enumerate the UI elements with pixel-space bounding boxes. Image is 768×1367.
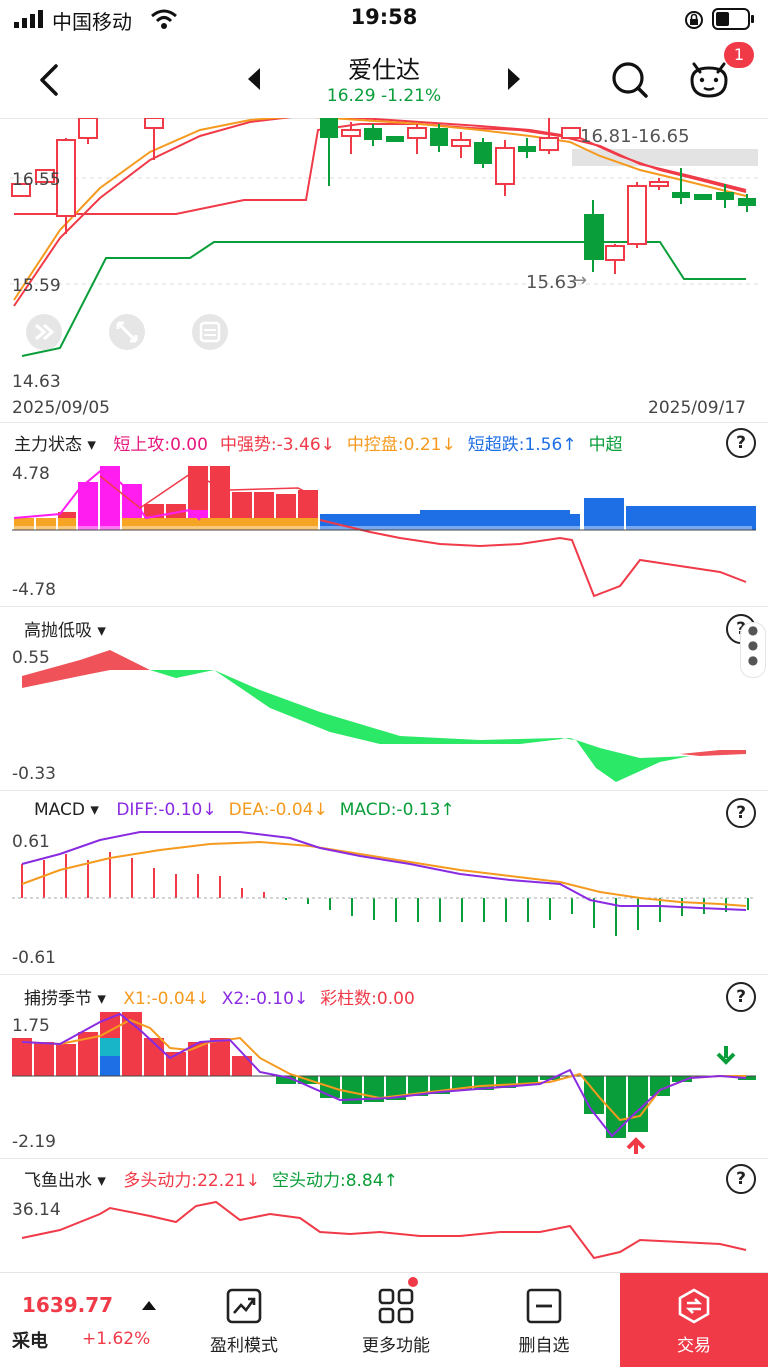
low-price-annotation: 15.63 [526,272,578,293]
price-label-mid: 15.59 [12,276,61,296]
search-icon[interactable] [610,60,650,100]
index-value[interactable]: 1639.77 [22,1293,113,1317]
flying-fish-chart [21,1200,747,1260]
tab-label: 更多功能 [362,1336,430,1356]
chart-tool-icons [26,314,228,350]
main-force-chart [12,466,756,598]
stock-price: 16.29 [326,86,376,106]
kline-chart[interactable] [0,118,768,392]
index-change: +1.62% [82,1329,151,1349]
indicator-value: DIFF:-0.10↓ [116,800,217,820]
caret-up-icon[interactable] [140,1299,158,1311]
help-icon[interactable]: ? [726,1164,756,1194]
indicator-selector-high-low[interactable]: 高抛低吸 ▾ [24,621,106,641]
stock-name: 爱仕达 [348,56,420,84]
indicator-value: 彩柱数:0.00 [320,989,415,1009]
indicator-selector-fishing[interactable]: 捕捞季节 ▾ [24,989,106,1009]
tab-remove-watchlist[interactable]: 删自选 [486,1273,602,1367]
indicator-value: 中强势:-3.46↓ [219,435,335,455]
date-start: 2025/09/05 [12,398,110,418]
index-name: 采电 [12,1331,48,1352]
indicator-value: MACD:-0.13↑ [339,800,455,820]
macd-header: MACD ▾ DIFF:-0.10↓ DEA:-0.04↓ MACD:-0.13↑ [34,800,724,820]
status-bar: 中国移动 19:58 [0,0,768,40]
flying-fish-header: 飞鱼出水 ▾ 多头动力:22.21↓ 空头动力:8.84↑ [24,1166,724,1191]
nav-bar: 爱仕达 16.29 -1.21% 1 [0,40,768,118]
fishing-season-chart [12,1012,756,1154]
date-end: 2025/09/17 [648,398,746,418]
price-label-low: 14.63 [12,372,61,392]
remove-square-icon [526,1288,562,1324]
trend-chart-icon [226,1288,262,1324]
indicator-value: 短上攻:0.00 [113,435,208,455]
bottom-toolbar: 1639.77 采电 +1.62% 盈利模式 更多功能 删自选 交易 [0,1272,768,1367]
resistance-annotation: 16.81-16.65 [580,126,690,147]
trade-icon [678,1288,710,1324]
low-price-arrow-icon: → [572,270,588,291]
rotation-lock-icon [685,11,703,29]
tab-label: 删自选 [518,1336,570,1356]
price-label-high: 16.55 [12,170,61,190]
battery-icon [712,8,754,30]
indicator-value: 中超 [588,435,623,455]
resistance-band [572,149,758,166]
stock-quote: 16.29 -1.21% [0,86,768,106]
grid-icon [378,1288,414,1324]
indicator-selector-main-force[interactable]: 主力状态 ▾ [14,435,96,455]
indicator-value: X2:-0.10↓ [221,989,309,1009]
indicator-value: 空头动力:8.84↑ [271,1171,398,1191]
new-dot-badge [408,1277,418,1287]
stock-change: -1.21% [380,86,442,106]
macd-chart [12,831,756,936]
help-icon[interactable]: ? [726,428,756,458]
indicator-value: X1:-0.04↓ [123,989,210,1009]
indicator-selector-flying-fish[interactable]: 飞鱼出水 ▾ [24,1171,106,1191]
tab-more-functions[interactable]: 更多功能 [336,1273,456,1367]
clock: 19:58 [350,5,418,29]
notification-badge: 1 [724,42,754,68]
indicator-value: DEA:-0.04↓ [228,800,328,820]
high-low-chart [22,650,746,782]
main-force-header: 主力状态 ▾ 短上攻:0.00 中强势:-3.46↓ 中控盘:0.21↓ 短超跌:1.… [14,430,724,455]
indicator-value: 中控盘:0.21↓ [346,435,456,455]
indicator-value: 短超跌:1.56↑ [467,435,577,455]
indicator-settings-icon [192,314,228,350]
buy-signal-icon [626,1137,646,1154]
high-low-header: 高抛低吸 ▾ [24,616,106,641]
fishing-season-header: 捕捞季节 ▾ X1:-0.04↓ X2:-0.10↓ 彩柱数:0.00 [24,984,724,1009]
tab-label: 盈利模式 [210,1336,278,1356]
next-stock-icon[interactable] [504,66,524,92]
trade-label: 交易 [677,1336,711,1356]
sell-signal-icon [716,1046,736,1065]
indicator-selector-macd[interactable]: MACD ▾ [34,800,99,820]
mascot-icon[interactable] [686,56,732,102]
indicator-value: 多头动力:22.21↓ [123,1171,260,1191]
tab-profit-mode[interactable]: 盈利模式 [186,1273,302,1367]
trade-button[interactable]: 交易 [620,1273,768,1367]
